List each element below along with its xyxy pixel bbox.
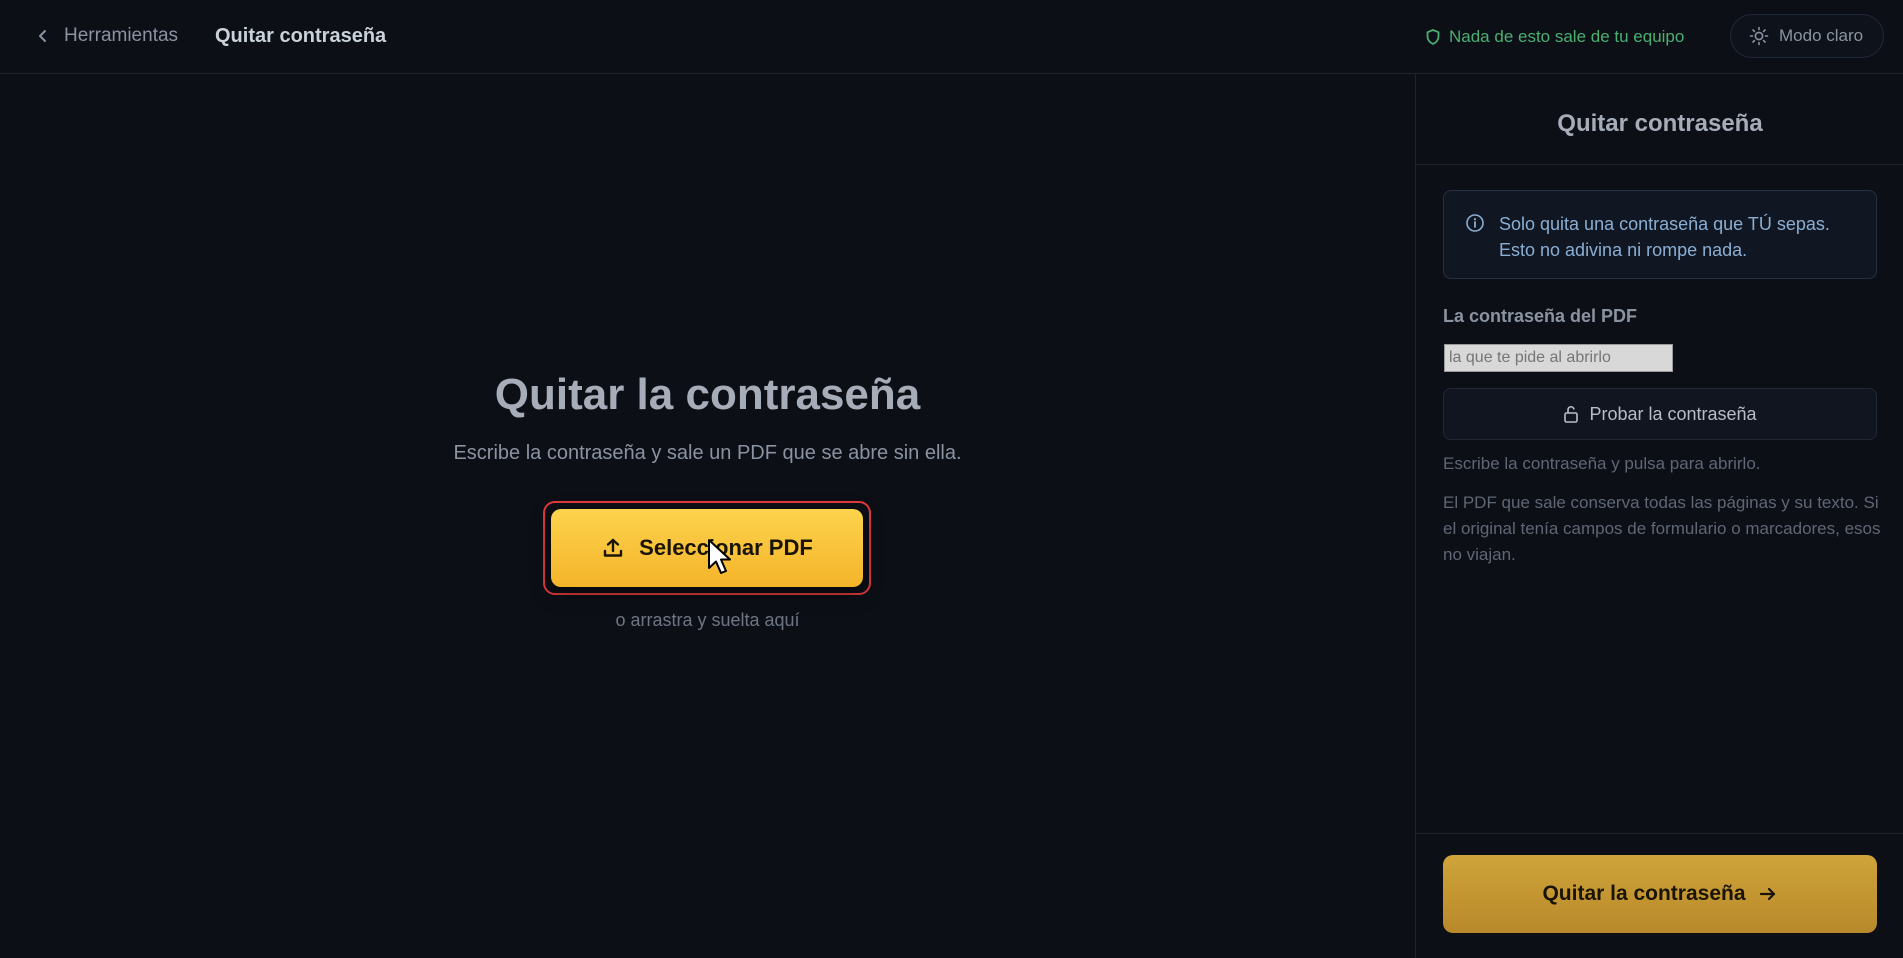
mouse-pointer-icon	[708, 539, 731, 574]
main-title: Quitar la contraseña	[494, 370, 921, 419]
unlock-icon	[1564, 405, 1579, 423]
sun-icon	[1749, 26, 1769, 46]
test-password-label: Probar la contraseña	[1589, 403, 1757, 424]
back-label: Herramientas	[64, 25, 179, 46]
password-label: La contraseña del PDF	[1443, 306, 1638, 326]
info-box: Solo quita una contraseña que TÚ sepas. …	[1443, 190, 1877, 279]
page-title: Quitar contraseña	[215, 25, 387, 47]
remove-password-label: Quitar la contraseña	[1542, 882, 1746, 905]
panel-title: Quitar contraseña	[1557, 110, 1763, 137]
drop-hint: o arrastra y suelta aquí	[615, 610, 800, 630]
options-panel: Quitar contraseña Solo quita una contras…	[1415, 74, 1903, 958]
theme-toggle-button[interactable]: Modo claro	[1730, 14, 1884, 58]
info-text-line1: Solo quita una contraseña que TÚ sepas.	[1499, 214, 1830, 234]
main-subtitle: Escribe la contraseña y sale un PDF que …	[453, 442, 962, 464]
theme-toggle-label: Modo claro	[1779, 26, 1864, 45]
back-link[interactable]: Herramientas	[36, 25, 178, 47]
top-bar: Herramientas Quitar contraseña Nada de e…	[0, 0, 1903, 74]
remove-password-button[interactable]: Quitar la contraseña	[1443, 855, 1877, 933]
password-input[interactable]	[1444, 344, 1673, 372]
test-password-button[interactable]: Probar la contraseña	[1443, 388, 1877, 440]
panel-footer-divider	[1416, 833, 1903, 834]
privacy-note: Nada de esto sale de tu equipo	[1426, 27, 1684, 47]
chevron-left-icon	[39, 30, 46, 42]
info-text-line2: Esto no adivina ni rompe nada.	[1499, 240, 1748, 260]
password-hint: Escribe la contraseña y pulsa para abrir…	[1443, 454, 1761, 473]
privacy-note-text: Nada de esto sale de tu equipo	[1449, 27, 1685, 46]
output-note: El PDF que sale conserva todas las págin…	[1443, 493, 1881, 564]
panel-divider	[1416, 164, 1903, 165]
arrow-right-icon	[1759, 887, 1775, 901]
shield-icon	[1426, 29, 1440, 45]
info-circle-icon	[1466, 214, 1484, 232]
upload-icon	[603, 538, 623, 557]
